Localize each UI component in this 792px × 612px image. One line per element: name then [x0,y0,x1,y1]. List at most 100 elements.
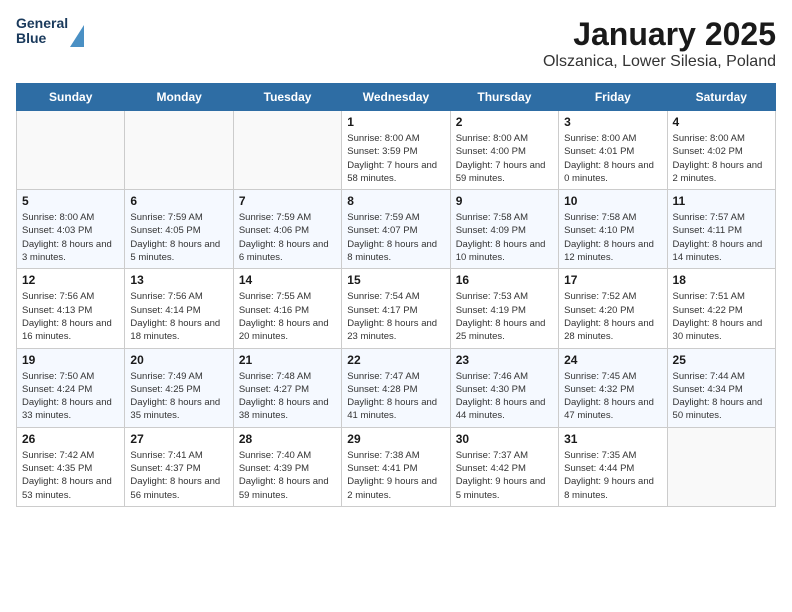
day-number: 29 [347,432,444,446]
day-info: Sunrise: 7:47 AMSunset: 4:28 PMDaylight:… [347,370,444,423]
day-info: Sunrise: 7:53 AMSunset: 4:19 PMDaylight:… [456,290,553,343]
day-info: Sunrise: 8:00 AMSunset: 4:00 PMDaylight:… [456,132,553,185]
calendar-day-cell: 3 Sunrise: 8:00 AMSunset: 4:01 PMDaylight… [559,111,667,190]
calendar-day-cell [125,111,233,190]
calendar-day-cell [17,111,125,190]
calendar-day-cell: 2 Sunrise: 8:00 AMSunset: 4:00 PMDaylight… [450,111,558,190]
calendar-day-cell: 6 Sunrise: 7:59 AMSunset: 4:05 PMDaylight… [125,190,233,269]
calendar-week-row: 5 Sunrise: 8:00 AMSunset: 4:03 PMDaylight… [17,190,776,269]
day-number: 11 [673,194,770,208]
calendar-day-cell: 15 Sunrise: 7:54 AMSunset: 4:17 PMDayligh… [342,269,450,348]
day-number: 8 [347,194,444,208]
calendar-day-cell: 25 Sunrise: 7:44 AMSunset: 4:34 PMDayligh… [667,348,775,427]
day-info: Sunrise: 7:44 AMSunset: 4:34 PMDaylight:… [673,370,770,423]
day-number: 22 [347,353,444,367]
day-info: Sunrise: 7:42 AMSunset: 4:35 PMDaylight:… [22,449,119,502]
weekday-header: Monday [125,84,233,111]
calendar-day-cell: 24 Sunrise: 7:45 AMSunset: 4:32 PMDayligh… [559,348,667,427]
day-number: 31 [564,432,661,446]
day-info: Sunrise: 7:58 AMSunset: 4:09 PMDaylight:… [456,211,553,264]
day-number: 20 [130,353,227,367]
calendar-day-cell: 27 Sunrise: 7:41 AMSunset: 4:37 PMDayligh… [125,427,233,506]
calendar-day-cell: 18 Sunrise: 7:51 AMSunset: 4:22 PMDayligh… [667,269,775,348]
day-number: 12 [22,273,119,287]
calendar-day-cell: 28 Sunrise: 7:40 AMSunset: 4:39 PMDayligh… [233,427,341,506]
day-number: 15 [347,273,444,287]
day-number: 30 [456,432,553,446]
day-info: Sunrise: 7:48 AMSunset: 4:27 PMDaylight:… [239,370,336,423]
day-number: 21 [239,353,336,367]
day-info: Sunrise: 7:56 AMSunset: 4:13 PMDaylight:… [22,290,119,343]
logo-triangle-icon [70,25,84,47]
day-number: 18 [673,273,770,287]
calendar-day-cell: 29Sunrise: 7:38 AMSunset: 4:41 PMDayligh… [342,427,450,506]
day-info: Sunrise: 7:51 AMSunset: 4:22 PMDaylight:… [673,290,770,343]
day-info: Sunrise: 7:54 AMSunset: 4:17 PMDaylight:… [347,290,444,343]
day-info: Sunrise: 7:59 AMSunset: 4:06 PMDaylight:… [239,211,336,264]
page-header: General Blue January 2025 Olszanica, Low… [16,16,776,71]
day-number: 26 [22,432,119,446]
calendar-day-cell: 11Sunrise: 7:57 AMSunset: 4:11 PMDayligh… [667,190,775,269]
calendar-day-cell: 22 Sunrise: 7:47 AMSunset: 4:28 PMDayligh… [342,348,450,427]
day-info: Sunrise: 7:55 AMSunset: 4:16 PMDaylight:… [239,290,336,343]
weekday-header: Wednesday [342,84,450,111]
logo: General Blue [16,16,84,47]
day-number: 27 [130,432,227,446]
day-number: 14 [239,273,336,287]
calendar-day-cell: 1Sunrise: 8:00 AMSunset: 3:59 PMDaylight… [342,111,450,190]
calendar-day-cell: 19 Sunrise: 7:50 AMSunset: 4:24 PMDayligh… [17,348,125,427]
day-info: Sunrise: 7:40 AMSunset: 4:39 PMDaylight:… [239,449,336,502]
day-number: 17 [564,273,661,287]
day-info: Sunrise: 7:37 AMSunset: 4:42 PMDaylight:… [456,449,553,502]
calendar-week-row: 1Sunrise: 8:00 AMSunset: 3:59 PMDaylight… [17,111,776,190]
calendar-day-cell: 7Sunrise: 7:59 AMSunset: 4:06 PMDaylight… [233,190,341,269]
day-number: 6 [130,194,227,208]
calendar-day-cell [667,427,775,506]
calendar-day-cell: 5 Sunrise: 8:00 AMSunset: 4:03 PMDaylight… [17,190,125,269]
day-info: Sunrise: 7:59 AMSunset: 4:07 PMDaylight:… [347,211,444,264]
calendar-day-cell: 23 Sunrise: 7:46 AMSunset: 4:30 PMDayligh… [450,348,558,427]
day-info: Sunrise: 7:35 AMSunset: 4:44 PMDaylight:… [564,449,661,502]
day-number: 9 [456,194,553,208]
calendar-day-cell: 10Sunrise: 7:58 AMSunset: 4:10 PMDayligh… [559,190,667,269]
calendar-day-cell: 13Sunrise: 7:56 AMSunset: 4:14 PMDayligh… [125,269,233,348]
day-info: Sunrise: 8:00 AMSunset: 4:02 PMDaylight:… [673,132,770,185]
day-number: 4 [673,115,770,129]
day-number: 19 [22,353,119,367]
day-number: 25 [673,353,770,367]
day-number: 13 [130,273,227,287]
calendar-subtitle: Olszanica, Lower Silesia, Poland [543,53,776,71]
calendar-week-row: 12 Sunrise: 7:56 AMSunset: 4:13 PMDayligh… [17,269,776,348]
day-number: 2 [456,115,553,129]
day-info: Sunrise: 7:52 AMSunset: 4:20 PMDaylight:… [564,290,661,343]
calendar-body: 1Sunrise: 8:00 AMSunset: 3:59 PMDaylight… [17,111,776,507]
calendar-day-cell: 8 Sunrise: 7:59 AMSunset: 4:07 PMDaylight… [342,190,450,269]
day-number: 23 [456,353,553,367]
day-number: 3 [564,115,661,129]
calendar-week-row: 26 Sunrise: 7:42 AMSunset: 4:35 PMDayligh… [17,427,776,506]
day-info: Sunrise: 7:46 AMSunset: 4:30 PMDaylight:… [456,370,553,423]
calendar-day-cell: 30 Sunrise: 7:37 AMSunset: 4:42 PMDayligh… [450,427,558,506]
day-number: 24 [564,353,661,367]
day-info: Sunrise: 7:59 AMSunset: 4:05 PMDaylight:… [130,211,227,264]
calendar-table: SundayMondayTuesdayWednesdayThursdayFrid… [16,83,776,507]
weekday-header: Tuesday [233,84,341,111]
calendar-day-cell: 14 Sunrise: 7:55 AMSunset: 4:16 PMDayligh… [233,269,341,348]
calendar-day-cell: 31 Sunrise: 7:35 AMSunset: 4:44 PMDayligh… [559,427,667,506]
title-area: January 2025 Olszanica, Lower Silesia, P… [543,16,776,71]
day-number: 28 [239,432,336,446]
calendar-day-cell: 9 Sunrise: 7:58 AMSunset: 4:09 PMDaylight… [450,190,558,269]
logo-text: General Blue [16,16,68,47]
calendar-day-cell: 20Sunrise: 7:49 AMSunset: 4:25 PMDayligh… [125,348,233,427]
day-info: Sunrise: 8:00 AMSunset: 4:03 PMDaylight:… [22,211,119,264]
day-number: 5 [22,194,119,208]
day-info: Sunrise: 7:45 AMSunset: 4:32 PMDaylight:… [564,370,661,423]
calendar-day-cell: 16Sunrise: 7:53 AMSunset: 4:19 PMDayligh… [450,269,558,348]
calendar-week-row: 19 Sunrise: 7:50 AMSunset: 4:24 PMDayligh… [17,348,776,427]
weekday-header: Friday [559,84,667,111]
day-info: Sunrise: 7:58 AMSunset: 4:10 PMDaylight:… [564,211,661,264]
day-info: Sunrise: 7:50 AMSunset: 4:24 PMDaylight:… [22,370,119,423]
calendar-day-cell: 17 Sunrise: 7:52 AMSunset: 4:20 PMDayligh… [559,269,667,348]
day-info: Sunrise: 8:00 AMSunset: 4:01 PMDaylight:… [564,132,661,185]
day-info: Sunrise: 7:41 AMSunset: 4:37 PMDaylight:… [130,449,227,502]
